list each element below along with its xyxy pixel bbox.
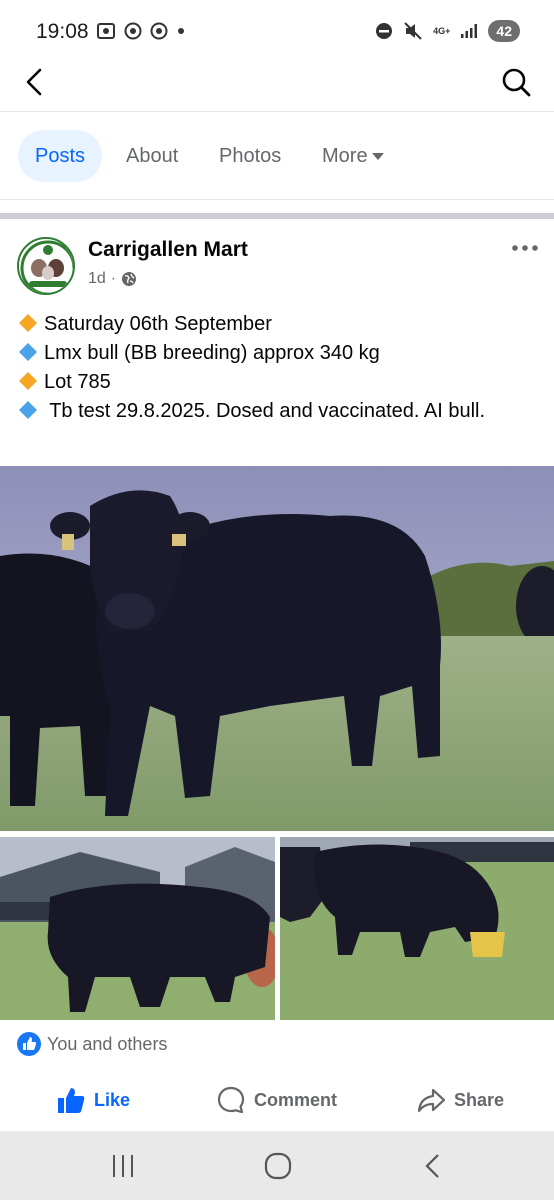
share-button[interactable]: Share bbox=[416, 1084, 504, 1116]
blue-diamond-icon bbox=[19, 401, 37, 419]
system-icons: 4G+ 42 bbox=[375, 20, 520, 42]
tab-photos[interactable]: Photos bbox=[202, 130, 298, 182]
home-icon[interactable] bbox=[261, 1149, 295, 1183]
signal-icon bbox=[461, 24, 478, 38]
search-icon[interactable] bbox=[500, 66, 532, 98]
battery-indicator: 42 bbox=[488, 20, 520, 42]
share-icon bbox=[417, 1088, 446, 1113]
reaction-text: You and others bbox=[47, 1033, 168, 1054]
back-arrow-icon[interactable] bbox=[20, 66, 52, 98]
mute-icon bbox=[404, 22, 422, 40]
like-reaction-icon bbox=[17, 1032, 41, 1056]
status-time: 19:08 bbox=[36, 20, 89, 43]
back-nav-icon[interactable] bbox=[416, 1149, 450, 1183]
like-label: Like bbox=[94, 1089, 131, 1110]
tab-photos-label: Photos bbox=[219, 145, 282, 167]
comment-button[interactable]: Comment bbox=[216, 1084, 337, 1116]
bull-photo bbox=[0, 466, 554, 831]
tab-more[interactable]: More bbox=[305, 130, 401, 182]
more-options-icon[interactable] bbox=[510, 236, 540, 260]
network-label: 4G+ bbox=[433, 25, 451, 36]
post-line-text: Tb test 29.8.2025. Dosed and vaccinated.… bbox=[44, 400, 486, 422]
post-line-text: Lmx bull (BB breeding) approx 340 kg bbox=[44, 342, 380, 364]
tab-about[interactable]: About bbox=[109, 130, 195, 182]
caret-down-icon bbox=[371, 153, 384, 161]
chrome-icon bbox=[124, 22, 142, 40]
chrome-icon bbox=[150, 22, 168, 40]
post-line: Tb test 29.8.2025. Dosed and vaccinated.… bbox=[18, 397, 538, 426]
like-button[interactable]: Like bbox=[56, 1084, 130, 1116]
tab-posts-label: Posts bbox=[35, 145, 86, 167]
page-avatar[interactable] bbox=[17, 237, 75, 295]
dot-icon bbox=[178, 28, 184, 34]
tab-posts[interactable]: Posts bbox=[18, 130, 103, 182]
profile-tabs: Posts About Photos More bbox=[0, 112, 554, 200]
post-meta: 1d · bbox=[88, 270, 137, 288]
app-header bbox=[0, 56, 554, 112]
orange-diamond-icon bbox=[19, 372, 37, 390]
post-photo-left[interactable] bbox=[0, 837, 275, 1020]
post-age[interactable]: 1d bbox=[88, 270, 106, 288]
post-photo-main[interactable] bbox=[0, 466, 554, 831]
recent-apps-icon[interactable] bbox=[106, 1149, 140, 1183]
reactions-summary[interactable]: You and others bbox=[17, 1032, 167, 1056]
section-divider bbox=[0, 213, 554, 219]
meta-separator: · bbox=[110, 270, 117, 287]
tab-more-label: More bbox=[322, 145, 368, 167]
comment-icon bbox=[217, 1086, 245, 1114]
comment-label: Comment bbox=[254, 1089, 338, 1110]
page-name[interactable]: Carrigallen Mart bbox=[88, 238, 248, 262]
post-line-text: Lot 785 bbox=[44, 371, 111, 393]
share-label: Share bbox=[454, 1089, 505, 1110]
system-nav-bar bbox=[0, 1131, 554, 1200]
thumbs-up-icon bbox=[58, 1088, 85, 1113]
do-not-disturb-icon bbox=[376, 23, 393, 39]
orange-diamond-icon bbox=[19, 314, 37, 332]
post-line-text: Saturday 06th September bbox=[44, 313, 272, 335]
globe-icon bbox=[122, 272, 137, 286]
blue-diamond-icon bbox=[19, 343, 37, 361]
post-line: Saturday 06th September bbox=[18, 310, 538, 339]
notification-icons bbox=[96, 22, 186, 40]
screenshot-icon bbox=[97, 23, 115, 39]
bull-shed-photo bbox=[0, 837, 275, 1020]
post-actions: Like Comment Share bbox=[0, 1074, 554, 1126]
post-body: Saturday 06th September Lmx bull (BB bre… bbox=[18, 310, 538, 426]
tab-about-label: About bbox=[126, 145, 179, 167]
post-line: Lot 785 bbox=[18, 368, 538, 397]
post-photo-right[interactable] bbox=[280, 837, 554, 1020]
post-line: Lmx bull (BB breeding) approx 340 kg bbox=[18, 339, 538, 368]
mart-logo-icon bbox=[20, 240, 73, 293]
status-bar: 19:08 4G+ 42 bbox=[0, 0, 554, 64]
bull-feeding-photo bbox=[280, 837, 554, 1020]
